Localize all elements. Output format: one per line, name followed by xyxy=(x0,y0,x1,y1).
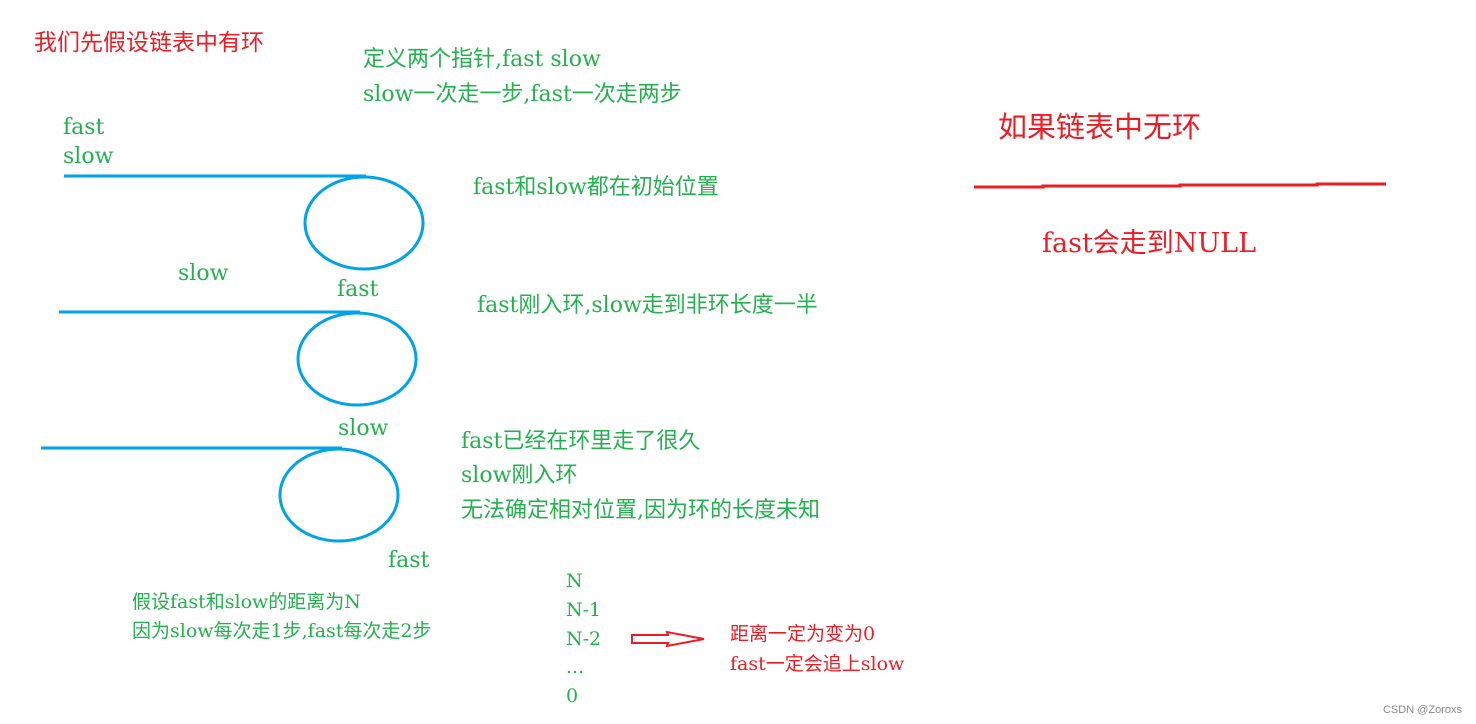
diagram-title: 我们先假设链表中有环 xyxy=(34,30,264,56)
conclusion-line-2: fast一定会追上slow xyxy=(730,653,905,675)
assumption-line-2: 因为slow每次走1步,fast每次走2步 xyxy=(132,620,432,642)
stage-3-fast-label: fast xyxy=(388,548,430,573)
distance-seq-item: N-1 xyxy=(566,599,602,621)
stage-2-slow-label: slow xyxy=(178,261,229,286)
stage-3-description-line-3: 无法确定相对位置,因为环的长度未知 xyxy=(461,498,820,523)
definition-line-1: 定义两个指针,fast slow xyxy=(363,47,601,72)
stage-1-description: fast和slow都在初始位置 xyxy=(473,175,719,200)
stage-1-fast-label: fast xyxy=(63,115,105,140)
watermark: CSDN @Zoroxs xyxy=(1382,704,1462,716)
stage-2-description: fast刚入环,slow走到非环长度一半 xyxy=(477,293,818,318)
conclusion-line-1: 距离一定为变为0 xyxy=(730,623,876,645)
distance-seq-item: ... xyxy=(566,656,585,678)
cycle-loop-2 xyxy=(296,311,418,407)
cycle-loop-1 xyxy=(303,175,425,271)
no-cycle-result: fast会走到NULL xyxy=(1042,228,1257,259)
no-cycle-line xyxy=(974,182,1386,189)
stage-3-description-line-2: slow刚入环 xyxy=(461,463,578,488)
no-cycle-title: 如果链表中无环 xyxy=(998,110,1202,144)
linked-list-stage-1 xyxy=(64,174,425,271)
linked-list-stage-2 xyxy=(59,310,418,407)
stage-3-description-line-1: fast已经在环里走了很久 xyxy=(461,429,701,454)
distance-seq-item: N xyxy=(566,570,583,592)
cycle-loop-3 xyxy=(278,447,400,543)
distance-seq-item: N-2 xyxy=(566,628,602,650)
linked-list-stage-3 xyxy=(41,446,400,543)
definition-line-2: slow一次走一步,fast一次走两步 xyxy=(363,82,682,107)
diagram-canvas xyxy=(41,174,1386,648)
stage-3-slow-label: slow xyxy=(338,416,389,441)
double-outline-right-arrow-icon xyxy=(631,630,705,648)
stage-1-slow-label: slow xyxy=(63,144,114,169)
distance-seq-item: 0 xyxy=(566,685,579,707)
stage-2-fast-label: fast xyxy=(337,277,379,302)
assumption-line-1: 假设fast和slow的距离为N xyxy=(132,591,361,613)
